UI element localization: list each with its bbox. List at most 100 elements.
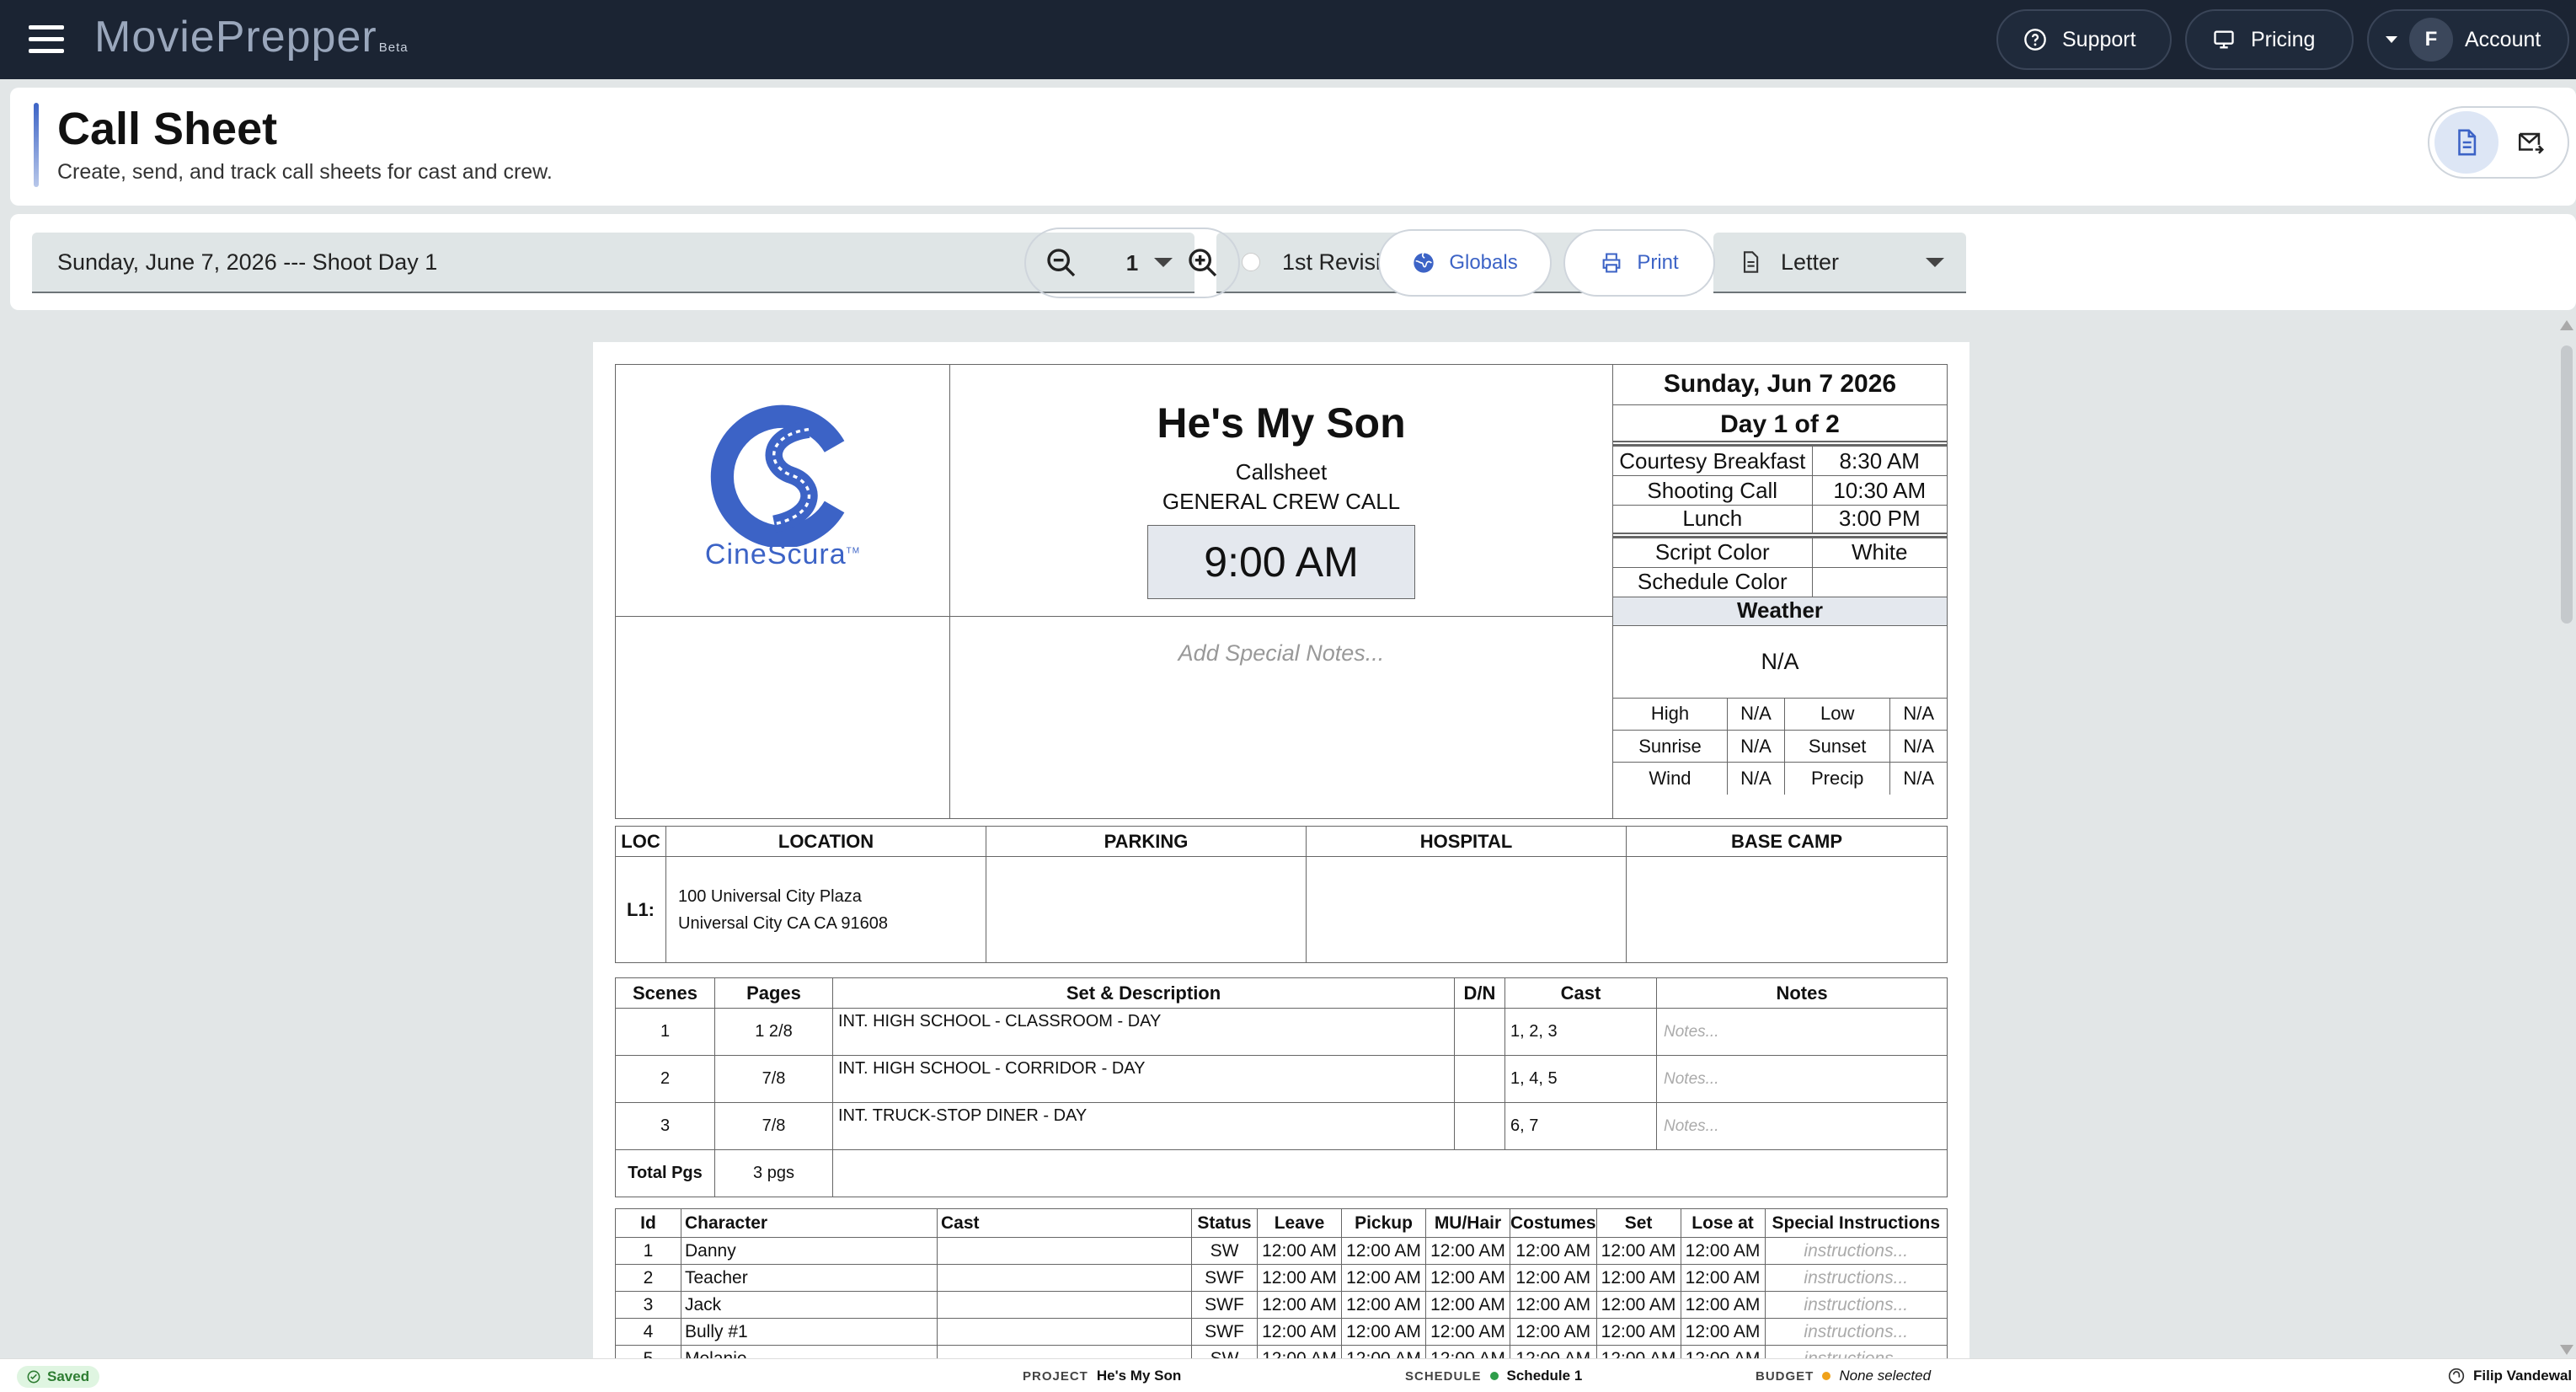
cast-actor[interactable] [937, 1264, 1192, 1292]
scene-notes-field[interactable]: Notes... [1656, 1055, 1948, 1103]
cast-lose-at[interactable]: 12:00 AM [1680, 1318, 1766, 1346]
base-camp-cell[interactable] [1626, 856, 1948, 963]
cast-instructions-field[interactable]: instructions... [1764, 1264, 1948, 1292]
chevron-down-icon [1926, 258, 1944, 267]
menu-icon[interactable] [29, 25, 64, 54]
column-header: Costumes [1510, 1208, 1597, 1238]
cast-pickup[interactable]: 12:00 AM [1341, 1237, 1426, 1265]
cast-leave[interactable]: 12:00 AM [1257, 1237, 1342, 1265]
cast-status: SWF [1191, 1318, 1258, 1346]
cast-costumes[interactable]: 12:00 AM [1510, 1237, 1597, 1265]
cast-actor[interactable] [937, 1345, 1192, 1358]
paper-size-select[interactable]: Letter [1713, 233, 1966, 293]
cast-mu-hair[interactable]: 12:00 AM [1425, 1291, 1510, 1319]
budget-indicator[interactable]: BUDGET None selected [1756, 1368, 1931, 1384]
cast-set[interactable]: 12:00 AM [1595, 1264, 1681, 1292]
cast-pickup[interactable]: 12:00 AM [1341, 1345, 1426, 1358]
hospital-cell[interactable] [1306, 856, 1627, 963]
cast-mu-hair[interactable]: 12:00 AM [1425, 1237, 1510, 1265]
table-row: 1 Danny SW 12:00 AM 12:00 AM 12:00 AM 12… [615, 1237, 1948, 1265]
scene-notes-field[interactable]: Notes... [1656, 1102, 1948, 1150]
weather-label: Precip [1783, 762, 1891, 795]
cast-set[interactable]: 12:00 AM [1595, 1345, 1681, 1358]
cast-instructions-field[interactable]: instructions... [1764, 1345, 1948, 1358]
status-bar: Saved PROJECT He's My Son SCHEDULE Sched… [0, 1358, 2576, 1392]
cast-actor[interactable] [937, 1318, 1192, 1346]
account-button[interactable]: F Account [2367, 9, 2569, 70]
cast-costumes[interactable]: 12:00 AM [1510, 1318, 1597, 1346]
vertical-scrollbar[interactable] [2557, 320, 2576, 1355]
schedule-indicator[interactable]: SCHEDULE Schedule 1 [1405, 1368, 1582, 1384]
app-logo[interactable]: MoviePrepper Beta [94, 12, 409, 62]
color-value[interactable]: White [1811, 537, 1947, 568]
cast-leave[interactable]: 12:00 AM [1257, 1264, 1342, 1292]
cast-set[interactable]: 12:00 AM [1595, 1318, 1681, 1346]
print-button[interactable]: Print [1563, 229, 1715, 297]
scroll-up-arrow-icon[interactable] [2560, 320, 2573, 330]
time-value[interactable]: 3:00 PM [1811, 505, 1947, 535]
cast-pickup[interactable]: 12:00 AM [1341, 1318, 1426, 1346]
cast-set[interactable]: 12:00 AM [1595, 1237, 1681, 1265]
total-pages-spacer [832, 1149, 1948, 1197]
location-address[interactable]: 100 Universal City Plaza Universal City … [665, 856, 986, 963]
scroll-down-arrow-icon[interactable] [2560, 1345, 2573, 1355]
color-value[interactable] [1811, 566, 1947, 597]
scene-number: 1 [615, 1008, 715, 1056]
cast-mu-hair[interactable]: 12:00 AM [1425, 1318, 1510, 1346]
cast-lose-at[interactable]: 12:00 AM [1680, 1291, 1766, 1319]
shoot-day-select[interactable]: Sunday, June 7, 2026 --- Shoot Day 1 [32, 233, 1194, 293]
cast-lose-at[interactable]: 12:00 AM [1680, 1345, 1766, 1358]
zoom-in-icon[interactable] [1186, 246, 1220, 280]
weather-value: N/A [1726, 762, 1785, 795]
scene-notes-field[interactable]: Notes... [1656, 1008, 1948, 1056]
parking-cell[interactable] [986, 856, 1307, 963]
cast-set[interactable]: 12:00 AM [1595, 1291, 1681, 1319]
cast-leave[interactable]: 12:00 AM [1257, 1318, 1342, 1346]
document-view-button[interactable] [2434, 111, 2499, 174]
cast-instructions-field[interactable]: instructions... [1764, 1318, 1948, 1346]
time-value[interactable]: 8:30 AM [1811, 446, 1947, 476]
color-row: Script Color White [1613, 537, 1947, 568]
cast-actor[interactable] [937, 1291, 1192, 1319]
cast-instructions-field[interactable]: instructions... [1764, 1237, 1948, 1265]
user-indicator[interactable]: Filip Vandewal [2448, 1368, 2572, 1384]
email-view-button[interactable] [2499, 111, 2563, 174]
cast-mu-hair[interactable]: 12:00 AM [1425, 1345, 1510, 1358]
help-icon [2024, 29, 2046, 51]
special-notes-field[interactable]: Add Special Notes... [949, 616, 1613, 819]
zoom-level[interactable]: 1 [1126, 250, 1138, 276]
company-logo-cell[interactable]: CineScuraTM [615, 364, 950, 617]
globals-button[interactable]: Globals [1378, 229, 1552, 297]
column-header: Special Instructions [1764, 1208, 1948, 1238]
cast-costumes[interactable]: 12:00 AM [1510, 1291, 1597, 1319]
mail-send-icon [2518, 132, 2544, 154]
company-name: CineScuraTM [616, 538, 949, 571]
shoot-date: Sunday, Jun 7 2026 [1613, 365, 1947, 405]
cast-leave[interactable]: 12:00 AM [1257, 1291, 1342, 1319]
cast-pickup[interactable]: 12:00 AM [1341, 1264, 1426, 1292]
document-icon [2458, 129, 2477, 156]
cast-lose-at[interactable]: 12:00 AM [1680, 1264, 1766, 1292]
cast-costumes[interactable]: 12:00 AM [1510, 1264, 1597, 1292]
project-indicator[interactable]: PROJECT He's My Son [1023, 1368, 1181, 1384]
column-header: D/N [1454, 977, 1505, 1009]
zoom-out-icon[interactable] [1045, 246, 1078, 280]
column-header: Notes [1656, 977, 1948, 1009]
view-toggle [2428, 106, 2569, 179]
cast-costumes[interactable]: 12:00 AM [1510, 1345, 1597, 1358]
cast-mu-hair[interactable]: 12:00 AM [1425, 1264, 1510, 1292]
cast-pickup[interactable]: 12:00 AM [1341, 1291, 1426, 1319]
time-value[interactable]: 10:30 AM [1811, 475, 1947, 506]
scrollbar-thumb[interactable] [2561, 345, 2573, 624]
cast-leave[interactable]: 12:00 AM [1257, 1345, 1342, 1358]
cast-lose-at[interactable]: 12:00 AM [1680, 1237, 1766, 1265]
shoot-day-count: Day 1 of 2 [1613, 405, 1947, 446]
crew-call-time[interactable]: 9:00 AM [1147, 525, 1415, 599]
time-label: Courtesy Breakfast [1613, 446, 1813, 476]
weather-row: Wind N/A Precip N/A [1613, 762, 1947, 795]
scene-pages: 1 2/8 [714, 1008, 833, 1056]
cast-actor[interactable] [937, 1237, 1192, 1265]
support-button[interactable]: Support [1996, 9, 2172, 70]
cast-instructions-field[interactable]: instructions... [1764, 1291, 1948, 1319]
pricing-button[interactable]: Pricing [2185, 9, 2354, 70]
